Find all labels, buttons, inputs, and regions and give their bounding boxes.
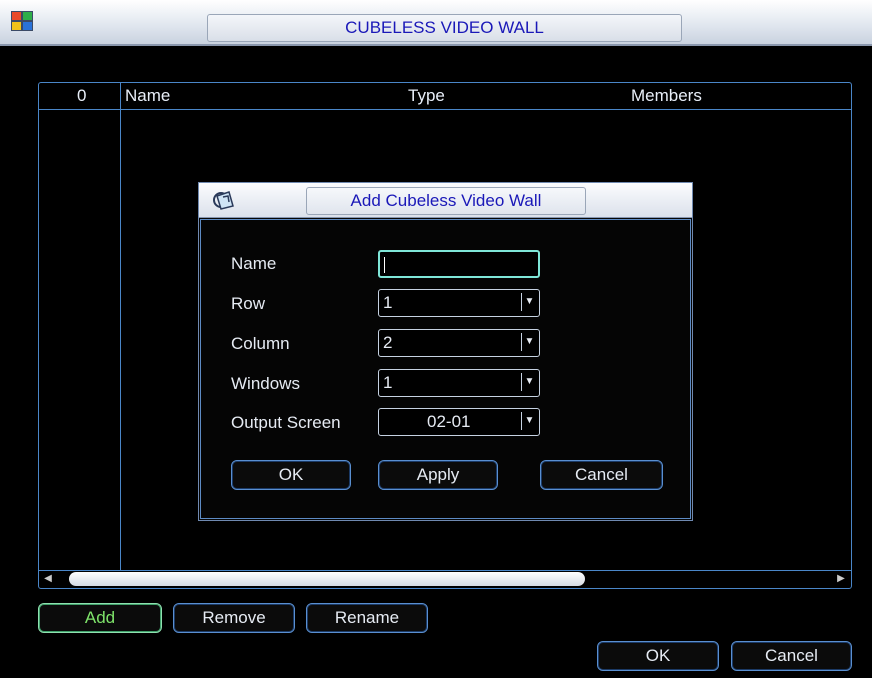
ok-button[interactable]: OK	[597, 641, 719, 671]
dialog-cancel-button[interactable]: Cancel	[540, 460, 663, 490]
add-button[interactable]: Add	[38, 603, 162, 633]
dialog-ok-button[interactable]: OK	[231, 460, 351, 490]
chevron-down-icon[interactable]: ▼	[521, 293, 537, 311]
output-screen-label: Output Screen	[231, 413, 341, 432]
column-select[interactable]: 2 ▼	[378, 329, 540, 357]
row-label: Row	[231, 294, 266, 313]
horizontal-scrollbar[interactable]: ◀ ▶	[39, 570, 851, 587]
chevron-down-icon[interactable]: ▼	[521, 333, 537, 351]
cancel-button[interactable]: Cancel	[731, 641, 852, 671]
dialog-title-bar: Add Cubeless Video Wall	[199, 183, 692, 218]
video-wall-window: CUBELESS VIDEO WALL 0 Name Type Members …	[0, 0, 872, 678]
output-screen-select[interactable]: 02-01 ▼	[378, 408, 540, 436]
dialog-apply-button[interactable]: Apply	[378, 460, 498, 490]
row-select[interactable]: 1 ▼	[378, 289, 540, 317]
header-name[interactable]: Name	[125, 83, 170, 109]
scroll-right-arrow-icon[interactable]: ▶	[834, 572, 848, 586]
header-members[interactable]: Members	[631, 83, 702, 109]
text-caret	[384, 257, 385, 273]
add-video-wall-dialog: Add Cubeless Video Wall Name Row 1 ▼ Col…	[198, 182, 693, 521]
rename-button[interactable]: Rename	[306, 603, 428, 633]
dialog-title: Add Cubeless Video Wall	[306, 187, 586, 215]
remove-button[interactable]: Remove	[173, 603, 295, 633]
name-label: Name	[231, 254, 277, 273]
header-index[interactable]: 0	[77, 83, 86, 109]
chevron-down-icon[interactable]: ▼	[521, 373, 537, 391]
windows-select[interactable]: 1 ▼	[378, 369, 540, 397]
column-divider	[120, 83, 121, 571]
chevron-down-icon[interactable]: ▼	[521, 412, 537, 430]
table-header: 0 Name Type Members	[39, 83, 851, 110]
scroll-left-arrow-icon[interactable]: ◀	[41, 572, 55, 586]
scrollbar-thumb[interactable]	[69, 572, 585, 586]
video-wall-dialog-icon	[213, 191, 234, 210]
column-label: Column	[231, 334, 290, 353]
header-type[interactable]: Type	[408, 83, 445, 109]
name-input[interactable]	[378, 250, 540, 278]
windows-label: Windows	[231, 374, 300, 393]
